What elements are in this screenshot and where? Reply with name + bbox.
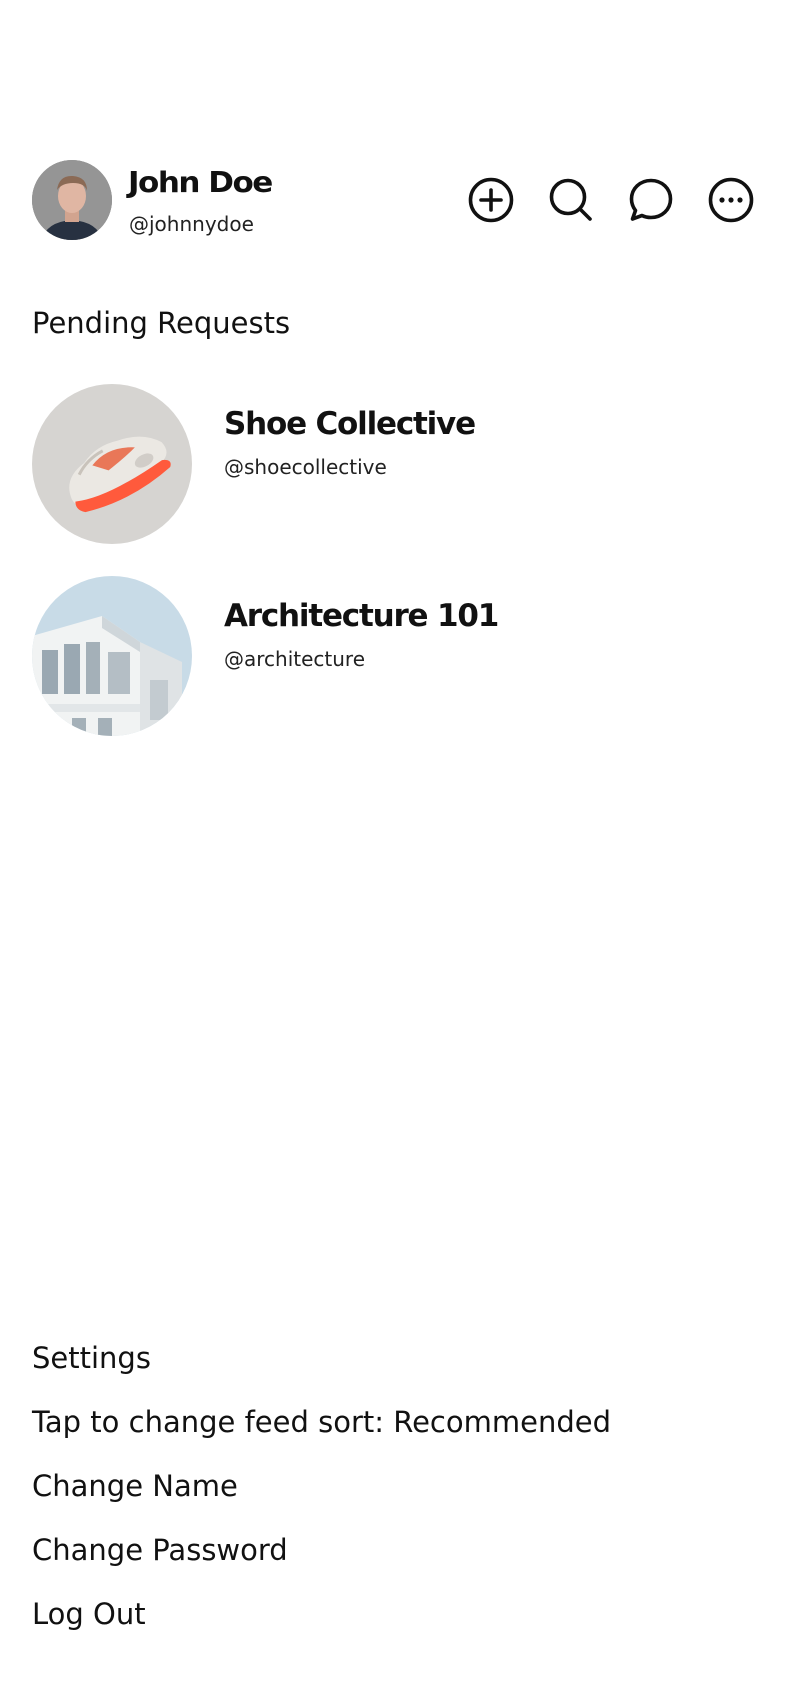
- plus-circle-icon[interactable]: [468, 177, 514, 223]
- building-photo: [32, 576, 192, 736]
- request-avatar: [32, 384, 192, 544]
- feed-sort-button[interactable]: Tap to change feed sort: Recommended: [32, 1402, 754, 1442]
- profile-handle: @johnnydoe: [129, 212, 254, 236]
- request-avatar: [32, 576, 192, 736]
- log-out-button[interactable]: Log Out: [32, 1594, 754, 1634]
- chat-bubble-icon[interactable]: [628, 177, 674, 223]
- request-name: Shoe Collective: [224, 406, 476, 442]
- more-horizontal-icon[interactable]: [708, 177, 754, 223]
- request-item-shoe-collective[interactable]: Shoe Collective @shoecollective: [32, 384, 754, 544]
- profile-avatar[interactable]: [32, 160, 112, 240]
- sneaker-photo: [32, 384, 192, 544]
- request-item-architecture-101[interactable]: Architecture 101 @architecture: [32, 576, 754, 736]
- header-actions: [468, 177, 754, 223]
- search-icon[interactable]: [548, 177, 594, 223]
- profile-header: John Doe @johnnydoe: [32, 160, 754, 240]
- request-handle: @architecture: [224, 647, 366, 671]
- profile-name: John Doe: [128, 166, 273, 200]
- change-password-button[interactable]: Change Password: [32, 1530, 754, 1570]
- settings-title: Settings: [32, 1341, 151, 1375]
- request-handle: @shoecollective: [224, 455, 387, 479]
- settings-section: Settings Tap to change feed sort: Recomm…: [32, 1338, 754, 1658]
- user-avatar-photo: [32, 160, 112, 240]
- change-name-button[interactable]: Change Name: [32, 1466, 754, 1506]
- request-name: Architecture 101: [224, 598, 499, 634]
- pending-requests-title: Pending Requests: [32, 306, 291, 340]
